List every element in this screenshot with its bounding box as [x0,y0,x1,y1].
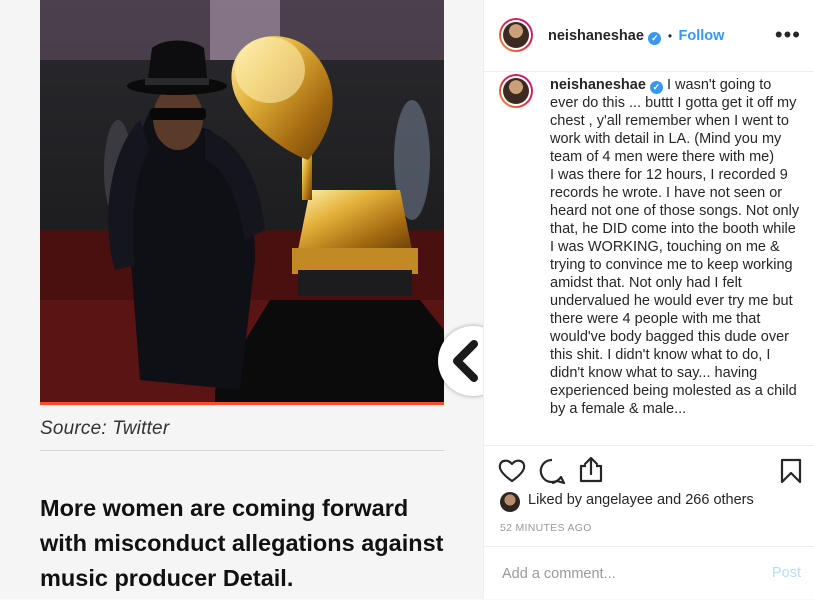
article-photo [40,0,444,405]
divider [40,450,444,451]
comment-username[interactable]: neishaneshae [550,77,646,93]
comment-body: I wasn't going to ever do this ... buttt… [550,77,800,417]
more-options-icon[interactable]: ••• [775,22,801,48]
bookmark-icon[interactable] [780,458,802,484]
liker-avatar[interactable] [500,492,520,512]
avatar[interactable] [499,18,533,52]
share-icon[interactable] [578,456,604,484]
header-username[interactable]: neishaneshae [548,28,644,44]
instagram-post-panel: neishaneshae ✓ • Follow ••• neishaneshae… [483,0,814,599]
verified-badge-icon: ✓ [649,81,663,94]
article: Source: Twitter More women are coming fo… [40,0,444,599]
post-header: neishaneshae ✓ • Follow ••• [484,0,814,72]
photo-caption: Source: Twitter [40,418,170,439]
post-comment-button[interactable]: Post [772,565,801,581]
verified-badge-icon: ✓ [648,32,662,45]
header-user-row: neishaneshae ✓ • Follow [548,27,724,45]
comment-avatar[interactable] [499,74,533,108]
article-headline: More women are coming forward with misco… [40,495,444,591]
likes-prefix: Liked by [528,492,587,508]
post-actions [484,445,814,496]
article-panel: Source: Twitter More women are coming fo… [0,0,483,599]
liker-username[interactable]: angelayee [586,492,653,508]
comment-icon[interactable] [538,458,566,486]
comment-input[interactable] [500,561,754,587]
add-comment-bar: Post [484,546,814,600]
chevron-left-icon [453,340,478,382]
likes-joiner: and [652,492,686,508]
comments-scroll-area[interactable]: neishaneshae ✓ I wasn't going to ever do… [484,72,814,443]
separator-dot: • [667,29,673,43]
likes-summary: Liked by angelayee and 266 others [500,492,754,512]
caption-comment: neishaneshae ✓ I wasn't going to ever do… [550,76,800,418]
post-timestamp[interactable]: 52 MINUTES AGO [500,522,592,534]
heart-icon[interactable] [498,458,526,484]
follow-button[interactable]: Follow [678,28,724,44]
likes-count[interactable]: 266 others [685,492,754,508]
photo-illustration [40,0,444,402]
